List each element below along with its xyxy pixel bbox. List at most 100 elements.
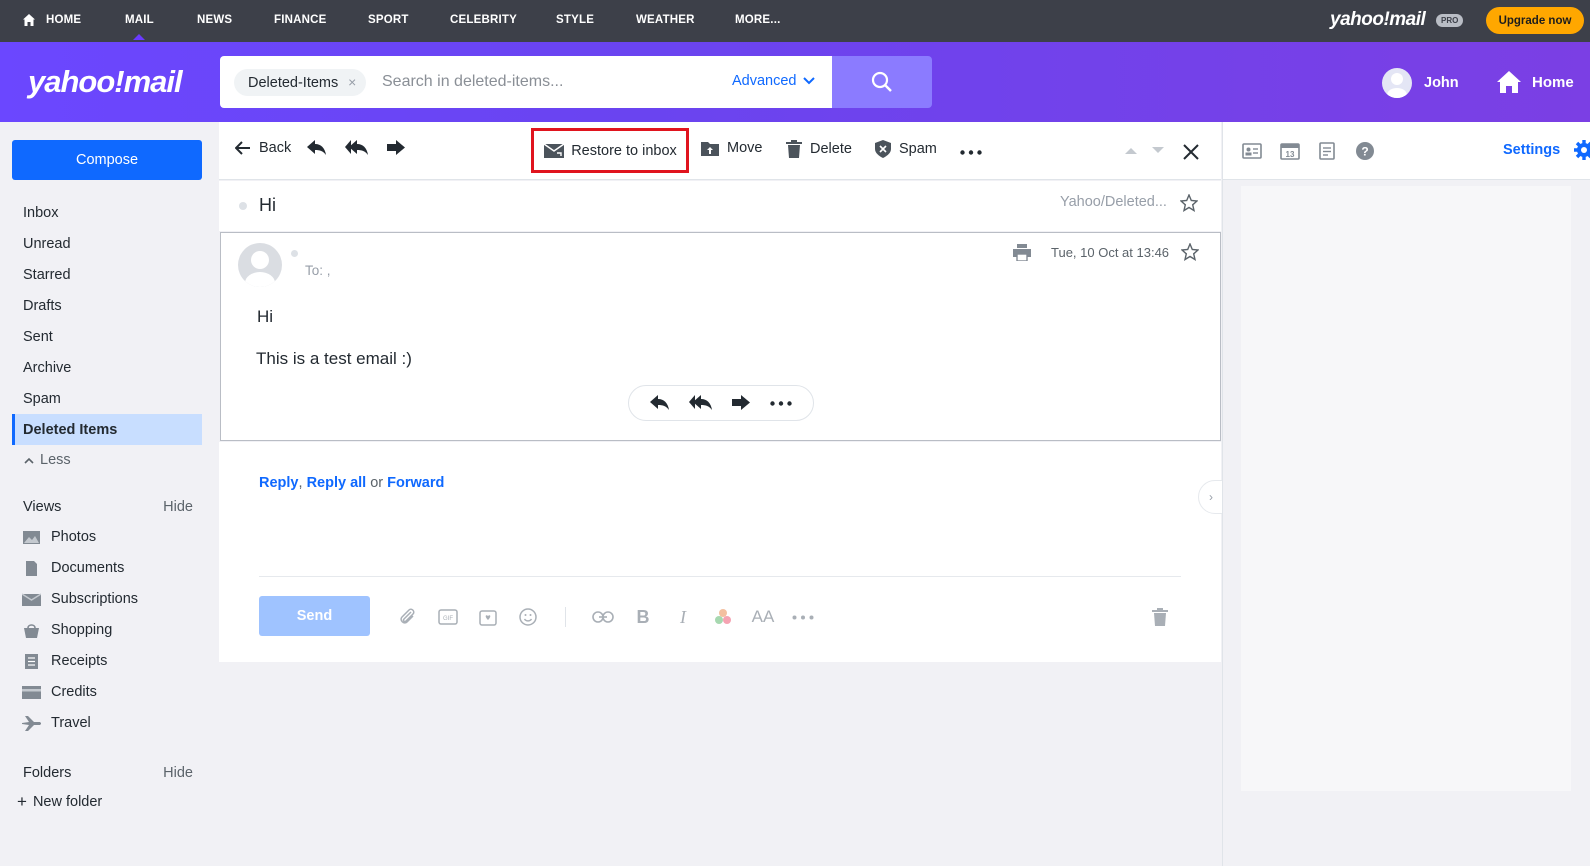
nav-celebrity[interactable]: CELEBRITY bbox=[450, 14, 517, 26]
trash-icon bbox=[786, 140, 802, 158]
mail-header: yahoo!mail Deleted-Items × Advanced John… bbox=[0, 42, 1590, 122]
sidebar-item-starred[interactable]: Starred bbox=[12, 259, 202, 290]
print-icon[interactable] bbox=[1013, 244, 1031, 261]
caret-down-icon bbox=[1152, 147, 1164, 153]
views-section-header: Views Hide bbox=[23, 499, 193, 515]
sticker-icon[interactable] bbox=[476, 605, 500, 629]
right-panel: 13 ? Settings bbox=[1222, 122, 1590, 866]
search-input[interactable] bbox=[382, 70, 702, 94]
close-message-button[interactable] bbox=[1183, 144, 1199, 160]
nav-sport[interactable]: SPORT bbox=[368, 14, 409, 26]
settings-link[interactable]: Settings bbox=[1503, 142, 1560, 158]
more-formatting-icon[interactable] bbox=[791, 605, 815, 629]
view-subscriptions[interactable]: Subscriptions bbox=[22, 591, 138, 607]
home-link[interactable]: Home bbox=[1496, 70, 1574, 94]
restore-to-inbox-button[interactable]: Restore to inbox bbox=[531, 128, 689, 173]
unread-dot[interactable] bbox=[239, 202, 247, 210]
reply-button[interactable] bbox=[307, 140, 327, 156]
view-credits[interactable]: Credits bbox=[22, 684, 97, 700]
send-button[interactable]: Send bbox=[259, 596, 370, 636]
search-button[interactable] bbox=[832, 56, 932, 108]
italic-icon[interactable]: I bbox=[671, 605, 695, 629]
attachment-icon[interactable] bbox=[396, 605, 420, 629]
forward-button[interactable] bbox=[386, 140, 406, 156]
sidebar-item-unread[interactable]: Unread bbox=[12, 228, 202, 259]
star-icon[interactable] bbox=[1181, 243, 1199, 261]
user-profile[interactable]: John bbox=[1382, 68, 1459, 98]
less-toggle[interactable]: Less bbox=[24, 452, 71, 468]
spam-button[interactable]: Spam bbox=[875, 140, 937, 158]
views-hide-button[interactable]: Hide bbox=[163, 499, 193, 515]
previous-message-button[interactable] bbox=[1125, 147, 1137, 154]
document-icon bbox=[22, 560, 41, 576]
forward-icon[interactable] bbox=[731, 395, 751, 411]
text-color-icon[interactable] bbox=[711, 605, 735, 629]
advanced-label: Advanced bbox=[732, 73, 797, 89]
more-dots-icon[interactable] bbox=[770, 400, 792, 406]
view-documents[interactable]: Documents bbox=[22, 560, 124, 576]
reply-all-button[interactable] bbox=[345, 140, 369, 156]
message-date: Tue, 10 Oct at 13:46 bbox=[1051, 245, 1170, 260]
gif-icon[interactable]: GIF bbox=[436, 605, 460, 629]
view-travel[interactable]: Travel bbox=[22, 715, 91, 731]
yahoo-mail-logo[interactable]: yahoo!mail bbox=[28, 64, 183, 100]
back-button[interactable]: Back bbox=[235, 140, 291, 156]
notepad-icon[interactable] bbox=[1316, 141, 1338, 161]
sidebar-item-drafts[interactable]: Drafts bbox=[12, 290, 202, 321]
reply-all-icon[interactable] bbox=[688, 395, 713, 411]
nav-weather[interactable]: WEATHER bbox=[636, 14, 695, 26]
nav-more[interactable]: MORE... bbox=[735, 14, 781, 26]
search-box: Deleted-Items × Advanced bbox=[220, 56, 832, 108]
chevron-right-icon[interactable]: › bbox=[1198, 480, 1224, 514]
reply-all-link[interactable]: Reply all bbox=[307, 475, 367, 491]
sender-status-dot bbox=[291, 250, 298, 257]
home-icon[interactable] bbox=[22, 13, 36, 27]
reply-icon[interactable] bbox=[650, 395, 670, 411]
contacts-icon[interactable] bbox=[1241, 141, 1263, 161]
top-nav-bar: HOME MAIL NEWS FINANCE SPORT CELEBRITY S… bbox=[0, 0, 1590, 42]
view-shopping[interactable]: Shopping bbox=[22, 622, 112, 638]
more-dots-icon bbox=[960, 150, 982, 155]
sidebar-item-inbox[interactable]: Inbox bbox=[12, 197, 202, 228]
nav-news[interactable]: NEWS bbox=[197, 14, 232, 26]
sender-avatar[interactable] bbox=[238, 243, 282, 287]
nav-style[interactable]: STYLE bbox=[556, 14, 594, 26]
delete-button[interactable]: Delete bbox=[786, 140, 852, 158]
less-label: Less bbox=[40, 452, 71, 468]
gear-icon[interactable] bbox=[1573, 139, 1590, 161]
reply-all-icon bbox=[345, 140, 368, 155]
discard-draft-icon[interactable] bbox=[1148, 605, 1172, 629]
sidebar-item-archive[interactable]: Archive bbox=[12, 352, 202, 383]
new-folder-button[interactable]: + New folder bbox=[17, 793, 102, 810]
more-actions-button[interactable] bbox=[960, 150, 982, 155]
advanced-search-button[interactable]: Advanced bbox=[732, 73, 815, 89]
next-message-button[interactable] bbox=[1152, 147, 1164, 154]
delete-label: Delete bbox=[810, 141, 852, 157]
view-receipts[interactable]: Receipts bbox=[22, 653, 107, 669]
emoji-icon[interactable] bbox=[516, 605, 540, 629]
reply-link[interactable]: Reply bbox=[259, 475, 299, 491]
move-button[interactable]: Move bbox=[701, 140, 762, 156]
star-icon[interactable] bbox=[1180, 194, 1198, 212]
nav-mail[interactable]: MAIL bbox=[125, 14, 154, 40]
bold-icon[interactable]: B bbox=[631, 605, 655, 629]
chip-close-icon[interactable]: × bbox=[348, 74, 356, 90]
sidebar-item-spam[interactable]: Spam bbox=[12, 383, 202, 414]
view-photos[interactable]: Photos bbox=[22, 529, 96, 545]
upgrade-now-button[interactable]: Upgrade now bbox=[1486, 7, 1584, 34]
link-icon[interactable] bbox=[591, 605, 615, 629]
compose-button[interactable]: Compose bbox=[12, 140, 202, 180]
forward-link[interactable]: Forward bbox=[387, 475, 444, 491]
sidebar-item-deleted-items[interactable]: Deleted Items bbox=[12, 414, 202, 445]
yahoo-mail-pro-logo[interactable]: yahoo!mail bbox=[1330, 9, 1426, 31]
nav-home[interactable]: HOME bbox=[46, 14, 81, 26]
folders-hide-button[interactable]: Hide bbox=[163, 765, 193, 781]
close-icon bbox=[1183, 144, 1199, 160]
nav-finance[interactable]: FINANCE bbox=[274, 14, 327, 26]
font-size-icon[interactable]: AA bbox=[751, 605, 775, 629]
calendar-icon[interactable]: 13 bbox=[1279, 141, 1301, 161]
search-icon bbox=[871, 71, 892, 92]
search-filter-chip[interactable]: Deleted-Items × bbox=[234, 69, 367, 96]
sidebar-item-sent[interactable]: Sent bbox=[12, 321, 202, 352]
help-icon[interactable]: ? bbox=[1354, 141, 1376, 161]
